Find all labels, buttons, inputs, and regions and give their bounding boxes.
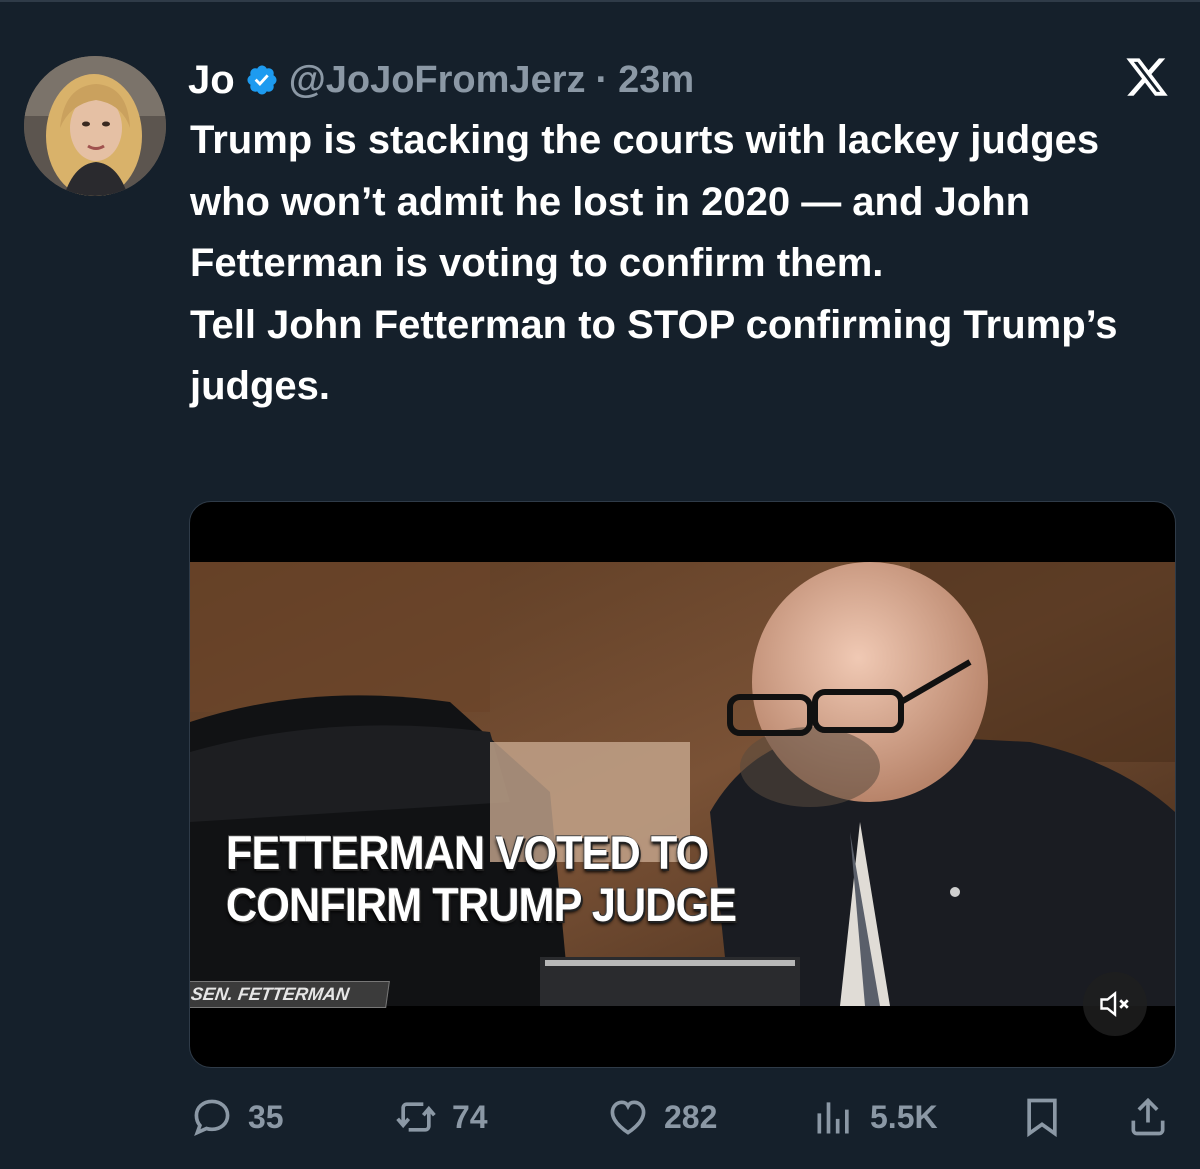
- reply-button[interactable]: 35: [190, 1092, 284, 1142]
- share-icon: [1131, 1097, 1165, 1136]
- avatar[interactable]: [24, 56, 166, 196]
- mute-icon: [1100, 991, 1129, 1017]
- avatar-photo: [24, 56, 166, 196]
- tweet-header: Jo @JoJoFromJerz · 23m: [188, 52, 694, 108]
- share-button[interactable]: [1126, 1092, 1170, 1142]
- views-count: 5.5K: [870, 1098, 938, 1135]
- like-icon: [610, 1100, 646, 1135]
- handle[interactable]: @JoJoFromJerz: [289, 59, 586, 102]
- senator-nameplate: SEN. FETTERMAN: [190, 981, 390, 1008]
- repost-icon: [396, 1102, 436, 1132]
- bookmark-icon: [1027, 1098, 1057, 1138]
- repost-count: 74: [452, 1098, 488, 1135]
- video-frame: [190, 562, 1175, 1006]
- video-player[interactable]: FETTERMAN VOTED TO CONFIRM TRUMP JUDGE S…: [189, 501, 1176, 1068]
- caption-line: CONFIRM TRUMP JUDGE: [226, 878, 737, 931]
- reply-count: 35: [248, 1098, 284, 1135]
- video-caption: FETTERMAN VOTED TO CONFIRM TRUMP JUDGE: [226, 826, 737, 931]
- top-divider: [0, 0, 1200, 2]
- timestamp[interactable]: 23m: [618, 59, 694, 102]
- caption-line: FETTERMAN VOTED TO: [226, 826, 709, 879]
- action-bar: 35 74 282 5.5K: [0, 1092, 1200, 1142]
- views-icon: [817, 1102, 849, 1134]
- views-button[interactable]: 5.5K: [812, 1092, 938, 1142]
- like-count: 282: [664, 1098, 718, 1135]
- separator-dot: ·: [595, 58, 609, 101]
- like-button[interactable]: 282: [606, 1092, 717, 1142]
- repost-button[interactable]: 74: [394, 1092, 488, 1142]
- mute-button[interactable]: [1083, 972, 1147, 1036]
- bookmark-button[interactable]: [1020, 1092, 1064, 1142]
- tweet-text: Trump is stacking the courts with lackey…: [190, 110, 1170, 418]
- x-logo-icon[interactable]: [1122, 54, 1172, 100]
- verified-badge-icon: [245, 63, 279, 97]
- reply-icon: [194, 1099, 230, 1137]
- tweet-paragraph: Tell John Fetterman to STOP confirming T…: [190, 302, 1118, 409]
- display-name[interactable]: Jo: [188, 58, 235, 103]
- tweet-paragraph: Trump is stacking the courts with lackey…: [190, 118, 1100, 285]
